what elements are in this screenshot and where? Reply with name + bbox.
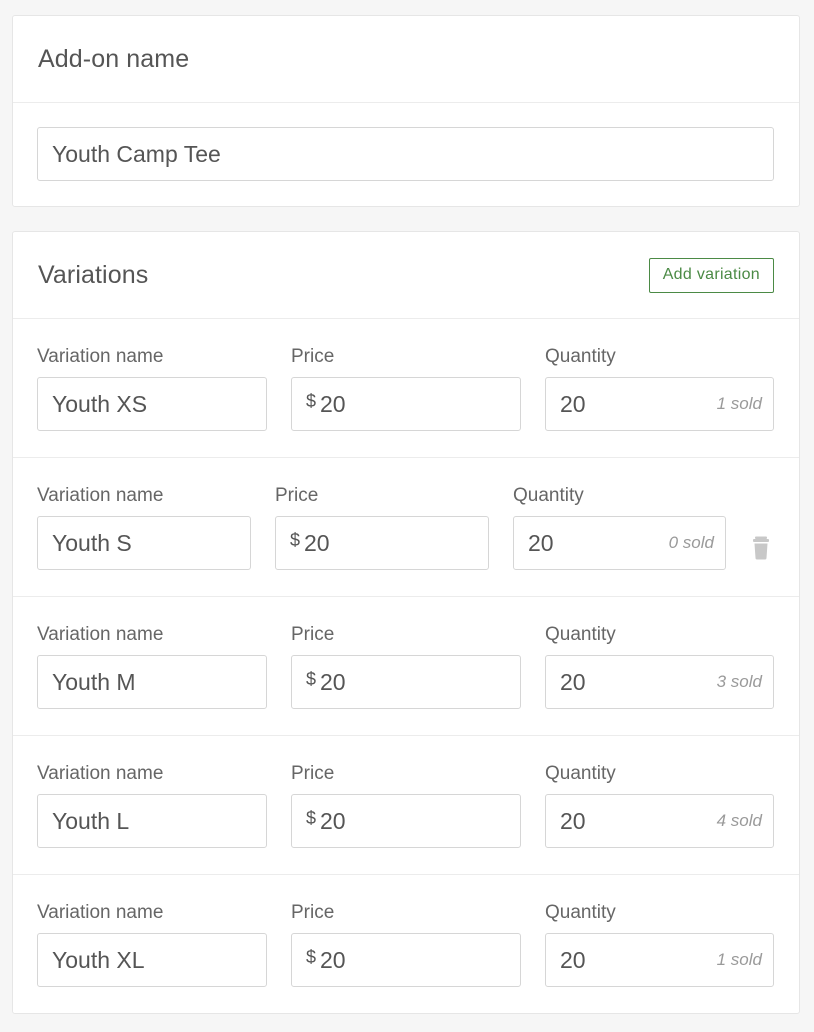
price-value: 20 [304,529,330,556]
currency-symbol: $ [306,807,317,828]
sold-count: 4 sold [716,811,762,830]
currency-symbol: $ [306,390,317,411]
price-value: 20 [320,668,346,695]
price-input[interactable]: $ 20 [291,794,521,848]
variation-row: Variation name Youth M Price $ 20 Quanti… [13,597,799,736]
price-input[interactable]: $ 20 [291,655,521,709]
quantity-value: 20 [528,529,554,556]
variation-row: Variation name Youth S Price $ 20 Quanti… [13,458,799,597]
quantity-input[interactable]: 20 4 sold [545,794,774,848]
variation-name-input[interactable]: Youth S [37,516,251,570]
addon-name-header: Add-on name [13,16,799,103]
price-label: Price [291,902,335,923]
quantity-value: 20 [560,946,586,973]
addon-name-card: Add-on name Youth Camp Tee [12,15,800,207]
quantity-label: Quantity [545,902,616,923]
currency-symbol: $ [290,529,301,550]
variation-name-input[interactable]: Youth XS [37,377,267,431]
currency-symbol: $ [306,668,317,689]
variation-name-label: Variation name [37,902,164,923]
quantity-input[interactable]: 20 1 sold [545,933,774,987]
price-value: 20 [320,946,346,973]
quantity-input[interactable]: 20 0 sold [513,516,726,570]
variation-name-input[interactable]: Youth XL [37,933,267,987]
price-label: Price [291,624,335,645]
price-input[interactable]: $ 20 [291,933,521,987]
price-value: 20 [320,390,346,417]
sold-count: 0 sold [668,533,714,552]
variation-name-label: Variation name [37,485,164,506]
currency-symbol: $ [306,946,317,967]
variation-row: Variation name Youth L Price $ 20 Quanti… [13,736,799,875]
trash-icon[interactable] [752,536,770,560]
variations-header: Variations Add variation [13,232,799,319]
price-input[interactable]: $ 20 [275,516,489,570]
variation-name-input[interactable]: Youth M [37,655,267,709]
quantity-value: 20 [560,668,586,695]
variation-name-label: Variation name [37,763,164,784]
quantity-label: Quantity [545,346,616,367]
variation-row: Variation name Youth XL Price $ 20 Quant… [13,875,799,1014]
addon-name-input[interactable]: Youth Camp Tee [37,127,774,181]
variation-name-label: Variation name [37,624,164,645]
quantity-value: 20 [560,390,586,417]
addon-name-title: Add-on name [38,44,190,73]
variations-card: Variations Add variation Variation name … [12,231,800,1014]
variation-row: Variation name Youth XS Price $ 20 Quant… [13,319,799,458]
quantity-label: Quantity [513,485,584,506]
quantity-value: 20 [560,807,586,834]
sold-count: 1 sold [716,394,762,413]
variation-name-input[interactable]: Youth L [37,794,267,848]
price-label: Price [275,485,319,506]
quantity-label: Quantity [545,763,616,784]
price-input[interactable]: $ 20 [291,377,521,431]
quantity-input[interactable]: 20 1 sold [545,377,774,431]
variation-name-label: Variation name [37,346,164,367]
sold-count: 3 sold [716,672,762,691]
price-value: 20 [320,807,346,834]
add-variation-button[interactable]: Add variation [648,257,774,293]
price-label: Price [291,763,335,784]
sold-count: 1 sold [716,950,762,969]
variations-title: Variations [38,260,149,289]
quantity-label: Quantity [545,624,616,645]
price-label: Price [291,346,335,367]
quantity-input[interactable]: 20 3 sold [545,655,774,709]
